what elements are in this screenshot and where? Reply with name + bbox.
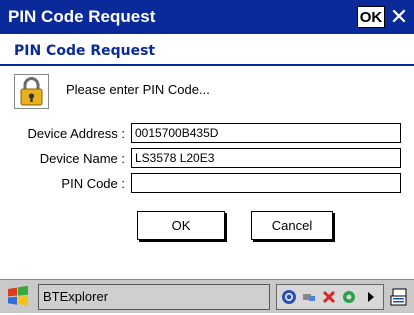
app-button[interactable]: BTExplorer	[38, 284, 270, 310]
device-name-field[interactable]: LS3578 L20E3	[131, 148, 401, 168]
dialog-title: PIN Code Request	[14, 43, 156, 59]
taskbar: BTExplorer	[0, 279, 414, 313]
device-address-field[interactable]: 0015700B435D	[131, 123, 401, 143]
title-bar: PIN Code Request OK ✕	[0, 0, 414, 34]
header-divider	[0, 64, 414, 66]
system-tray	[276, 284, 384, 310]
title-ok-button[interactable]: OK	[357, 6, 385, 28]
pin-code-field[interactable]	[131, 173, 401, 193]
device-name-label: Device Name :	[39, 151, 125, 166]
device-address-label: Device Address :	[27, 126, 125, 141]
ok-button[interactable]: OK	[137, 211, 225, 240]
input-panel-icon[interactable]	[390, 287, 410, 307]
pin-code-label: PIN Code :	[61, 176, 125, 191]
pin-prompt: Please enter PIN Code...	[66, 82, 210, 97]
close-button[interactable]: ✕	[388, 4, 410, 30]
sync-icon[interactable]	[341, 289, 357, 305]
tray-arrow-icon[interactable]	[363, 289, 379, 305]
bluetooth-icon[interactable]	[281, 289, 297, 305]
connection-error-icon[interactable]	[321, 289, 337, 305]
dialog-header: PIN Code Request	[0, 34, 414, 64]
network-icon[interactable]	[301, 289, 317, 305]
cancel-button[interactable]: Cancel	[251, 211, 333, 240]
window-title: PIN Code Request	[8, 7, 156, 26]
windows-flag-icon[interactable]	[4, 284, 32, 310]
padlock-icon	[14, 74, 49, 109]
